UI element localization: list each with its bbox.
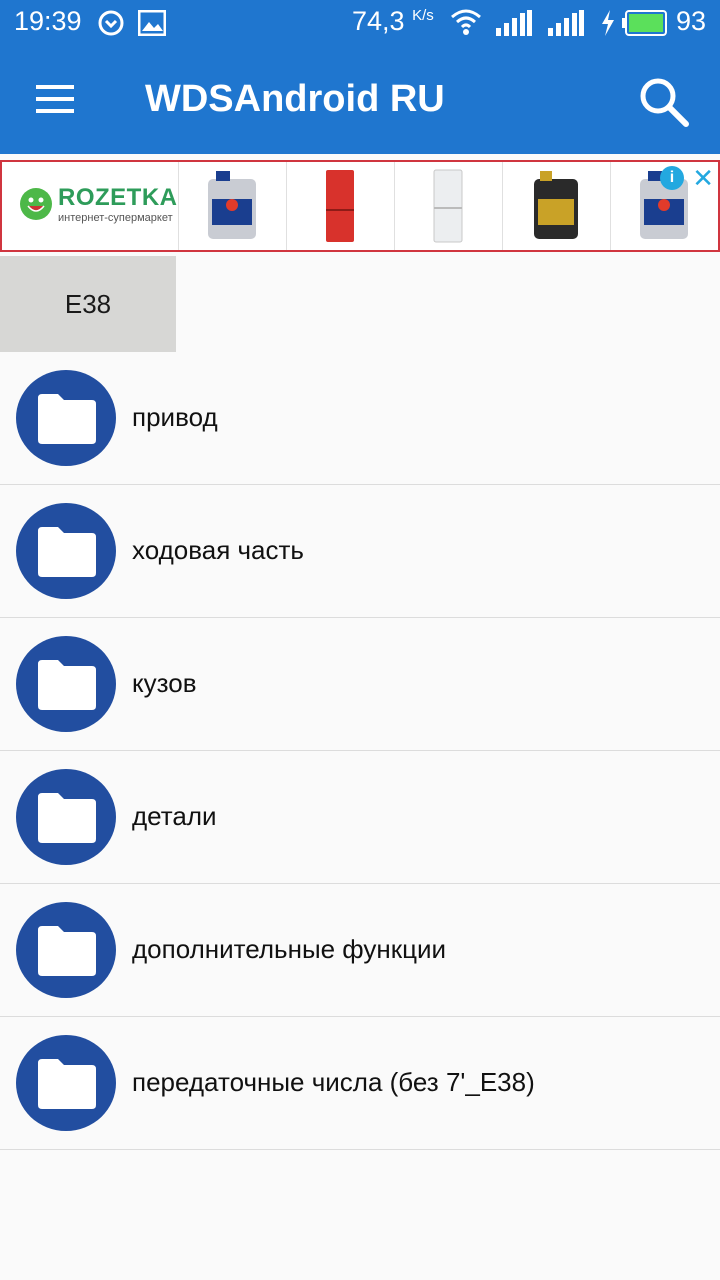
charging-icon <box>600 10 616 41</box>
ad-info-icon[interactable]: i <box>660 166 684 190</box>
download-icon <box>98 10 124 41</box>
ad-product-motor-oil-black[interactable] <box>502 162 609 250</box>
folder-icon <box>16 1035 116 1131</box>
folder-icon <box>16 370 116 466</box>
speed-unit: K/s <box>412 7 434 24</box>
list-item[interactable]: привод <box>0 352 720 485</box>
ad-product-motor-oil[interactable] <box>178 162 285 250</box>
ad-product-red-fridge[interactable] <box>286 162 393 250</box>
tab-e38[interactable]: E38 <box>0 256 176 352</box>
search-icon[interactable] <box>636 74 692 130</box>
battery-icon <box>622 10 668 41</box>
folder-icon <box>16 636 116 732</box>
list-item-label: детали <box>132 801 217 831</box>
ad-brand: ROZETKA <box>58 184 178 211</box>
folder-list: привод ходовая часть кузов детали дополн… <box>0 352 720 1150</box>
battery-percent: 93 <box>675 6 706 36</box>
folder-icon <box>16 769 116 865</box>
network-speed: 74,3 K/s <box>352 6 434 36</box>
list-item-label: ходовая часть <box>132 535 304 565</box>
ad-logo[interactable]: ROZETKA интернет-супермаркет <box>2 162 178 250</box>
signal-icon-2 <box>548 10 584 41</box>
image-icon <box>137 9 167 41</box>
signal-icon <box>496 10 532 41</box>
rozetka-smile-icon <box>20 188 52 220</box>
list-item[interactable]: ходовая часть <box>0 485 720 618</box>
app-title: WDSAndroid RU <box>145 78 445 120</box>
list-item[interactable]: дополнительные функции <box>0 884 720 1017</box>
ad-close-icon[interactable]: ✕ <box>692 164 714 192</box>
list-item[interactable]: детали <box>0 751 720 884</box>
ad-banner[interactable]: ROZETKA интернет-супермаркет i ✕ <box>0 160 720 252</box>
list-item[interactable]: передаточные числа (без 7'_E38) <box>0 1017 720 1150</box>
list-item-label: кузов <box>132 668 197 698</box>
wifi-icon <box>450 8 482 41</box>
status-time: 19:39 <box>14 6 82 36</box>
list-item-label: передаточные числа (без 7'_E38) <box>132 1067 535 1097</box>
app-bar: WDSAndroid RU <box>0 48 720 154</box>
folder-icon <box>16 503 116 599</box>
ad-brand-subtitle: интернет-супермаркет <box>58 212 173 224</box>
list-item-label: привод <box>132 402 218 432</box>
list-item-label: дополнительные функции <box>132 934 447 964</box>
status-bar: 19:39 74,3 K/s 93 <box>0 0 720 48</box>
hamburger-menu-icon[interactable] <box>30 78 82 122</box>
list-item[interactable]: кузов <box>0 618 720 751</box>
ad-product-white-fridge[interactable] <box>394 162 501 250</box>
folder-icon <box>16 902 116 998</box>
